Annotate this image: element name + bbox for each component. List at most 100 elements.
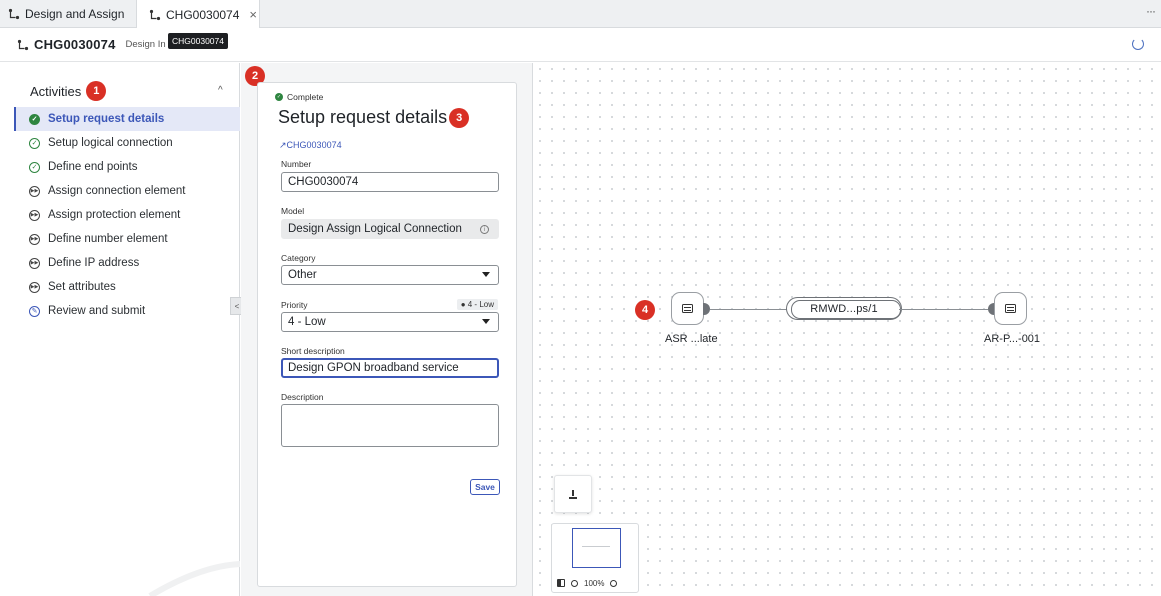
activity-label: Setup logical connection (48, 137, 173, 149)
info-icon[interactable]: i (480, 225, 489, 234)
activity-label: Define number element (48, 233, 168, 245)
zoom-out-icon[interactable] (571, 579, 578, 587)
activity-label: Assign connection element (48, 185, 186, 197)
activity-setup-request-details[interactable]: ✓ Setup request details (14, 107, 240, 131)
minimap-link (582, 546, 610, 547)
number-label: Number (281, 159, 312, 169)
status-label: Complete (287, 92, 324, 102)
short-description-label: Short description (281, 346, 345, 356)
decorative-curve (148, 561, 240, 596)
link-node[interactable]: RMWD...ps/1 (786, 297, 902, 320)
refresh-icon[interactable] (1132, 38, 1144, 50)
download-button[interactable] (554, 475, 592, 513)
panel-toggle-icon[interactable] (557, 579, 565, 587)
node-label: ASR ...late (665, 333, 718, 345)
activity-define-end-points[interactable]: ✓ Define end points (14, 155, 240, 179)
model-label: Model (281, 206, 305, 216)
chevron-up-icon[interactable]: ^ (218, 85, 223, 96)
category-value: Other (288, 269, 317, 281)
priority-badge: ● 4 - Low (456, 299, 498, 310)
form-title-text: Setup request details (278, 107, 448, 127)
model-field: Design Assign Logical Connection i (281, 219, 499, 239)
activity-set-attributes[interactable]: ▶▶ Set attributes (14, 275, 240, 299)
priority-select[interactable]: 4 - Low (281, 312, 499, 332)
skip-icon: ▶▶ (29, 233, 40, 245)
activity-review-and-submit[interactable]: ✎ Review and submit (14, 299, 240, 323)
node-label: AR-P...-001 (984, 333, 1041, 345)
skip-icon: ▶▶ (29, 281, 40, 293)
check-circle-icon: ✓ (29, 161, 40, 173)
record-link-label: CHG0030074 (286, 140, 342, 150)
activities-title: Activities (30, 83, 82, 99)
close-icon[interactable]: × (249, 7, 257, 22)
description-label: Description (281, 392, 324, 402)
tab-label: Design and Assign (25, 7, 125, 21)
save-button[interactable]: Save (470, 479, 500, 495)
priority-label: Priority (281, 300, 308, 310)
skip-icon: ▶▶ (29, 257, 40, 269)
chevron-down-icon (482, 319, 490, 324)
check-circle-icon: ✓ (29, 137, 40, 149)
minimap-toolbar: 100% (552, 574, 638, 592)
category-select[interactable]: Other (281, 265, 499, 285)
connection-icon (17, 39, 29, 50)
activity-label: Assign protection element (48, 209, 181, 221)
number-field[interactable]: CHG0030074 (281, 172, 499, 192)
more-icon[interactable]: ··· (1146, 4, 1156, 18)
tooltip: CHG0030074 (168, 33, 228, 49)
connection-line (899, 309, 988, 310)
pencil-circle-icon: ✎ (29, 305, 40, 317)
status-badge: ✓ Complete (275, 92, 323, 102)
activity-label: Define IP address (48, 257, 140, 269)
activity-label: Define end points (48, 161, 138, 173)
description-textarea[interactable] (281, 404, 499, 447)
connection-icon (149, 9, 161, 20)
minimap[interactable]: 100% (551, 523, 639, 593)
check-filled-icon: ✓ (275, 93, 283, 101)
form-column: 2 ✓ Complete Setup request details 3 ↗CH… (241, 63, 533, 596)
model-value: Design Assign Logical Connection (288, 223, 462, 235)
download-icon (569, 489, 577, 499)
connection-line (710, 309, 790, 310)
node-ar[interactable] (994, 292, 1027, 325)
record-title: CHG0030074 (34, 37, 116, 52)
skip-icon: ▶▶ (29, 209, 40, 221)
activities-panel: Activities 1 ^ ✓ Setup request details ✓… (0, 63, 240, 596)
activity-assign-protection-element[interactable]: ▶▶ Assign protection element (14, 203, 240, 227)
skip-icon: ▶▶ (29, 185, 40, 197)
form-title: Setup request details 3 (278, 107, 470, 128)
link-label: RMWD...ps/1 (810, 303, 878, 315)
tab-strip: Design and Assign CHG0030074 × ··· (0, 0, 1161, 29)
device-icon (1005, 304, 1016, 313)
node-asr[interactable] (671, 292, 704, 325)
zoom-level: 100% (584, 578, 605, 588)
tab-label: CHG0030074 (166, 7, 240, 22)
minimap-viewport[interactable] (572, 528, 621, 568)
short-description-field[interactable]: Design GPON broadband service (281, 358, 499, 378)
record-link[interactable]: ↗CHG0030074 (279, 140, 342, 151)
tab-chg0030074[interactable]: CHG0030074 × (136, 0, 260, 29)
activities-heading: Activities 1 (30, 81, 107, 101)
step-badge: 1 (86, 81, 107, 101)
zoom-in-icon[interactable] (610, 579, 618, 587)
category-label: Category (281, 253, 316, 263)
activity-assign-connection-element[interactable]: ▶▶ Assign connection element (14, 179, 240, 203)
tab-design-and-assign[interactable]: Design and Assign (8, 0, 124, 28)
check-filled-icon: ✓ (29, 113, 40, 125)
topology-canvas[interactable]: 4 RMWD...ps/1 ASR ...late AR-P...-001 10… (534, 63, 1161, 596)
activity-define-number-element[interactable]: ▶▶ Define number element (14, 227, 240, 251)
step-badge: 4 (635, 300, 655, 320)
form-card: ✓ Complete Setup request details 3 ↗CHG0… (257, 82, 517, 587)
priority-value: 4 - Low (288, 316, 326, 328)
connection-icon (8, 8, 20, 20)
activity-define-ip-address[interactable]: ▶▶ Define IP address (14, 251, 240, 275)
external-link-icon: ↗ (279, 140, 287, 150)
device-icon (682, 304, 693, 313)
activity-setup-logical-connection[interactable]: ✓ Setup logical connection (14, 131, 240, 155)
chevron-down-icon (482, 272, 490, 277)
activity-label: Setup request details (48, 113, 165, 125)
activity-label: Review and submit (48, 305, 146, 317)
connection-port (703, 303, 710, 315)
activity-label: Set attributes (48, 281, 116, 293)
record-header: CHG0030074 Design In Pr CHG0030074 (0, 28, 1161, 62)
